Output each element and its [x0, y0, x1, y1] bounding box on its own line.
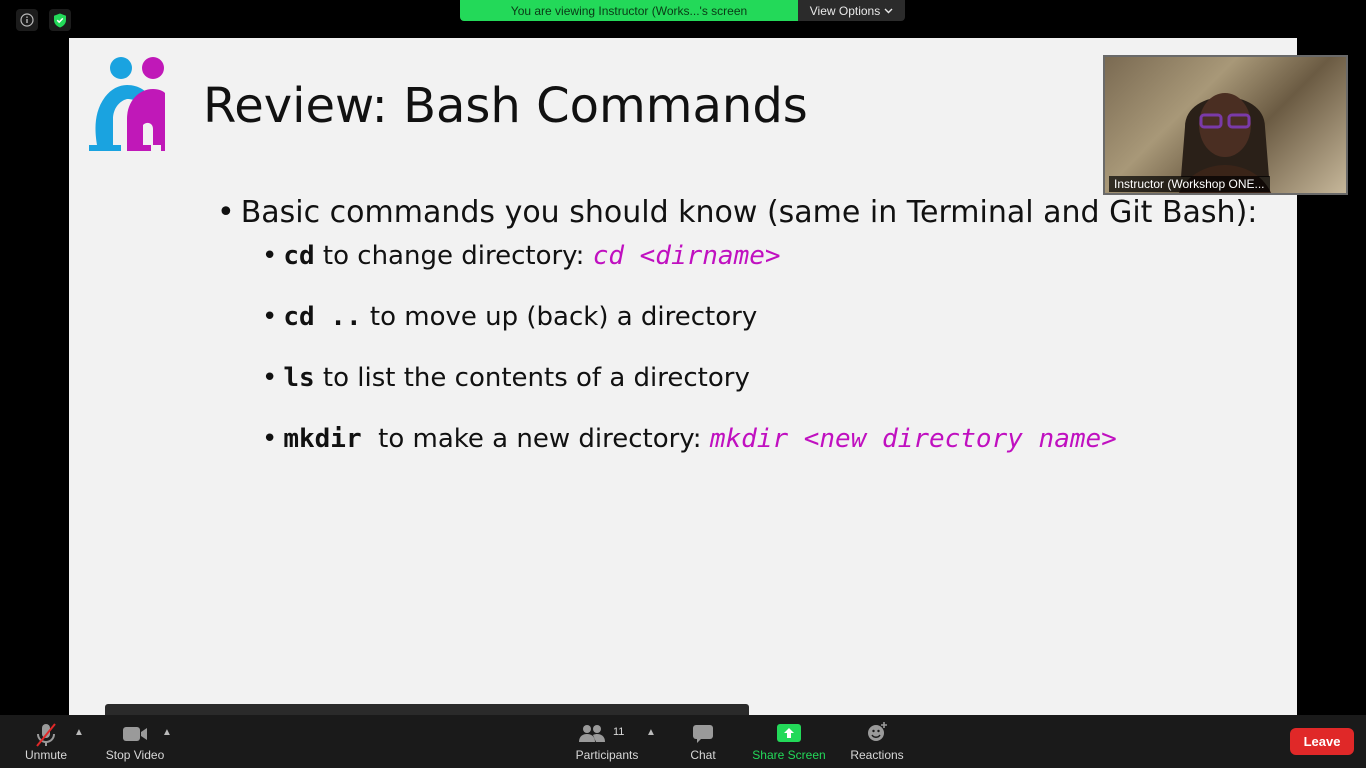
bullet-dot: • — [262, 424, 278, 454]
participant-video-tile[interactable]: Instructor (Workshop ONE... — [1103, 55, 1348, 195]
unmute-label: Unmute — [24, 748, 68, 762]
command-name: cd — [283, 241, 315, 271]
share-screen-button[interactable]: Share Screen — [748, 715, 830, 768]
command-example: mkdir <new directory name> — [709, 424, 1117, 454]
reactions-label: Reactions — [850, 748, 904, 762]
audio-options-caret[interactable]: ▲ — [74, 727, 84, 738]
video-options-caret[interactable]: ▲ — [162, 727, 172, 738]
zoom-meeting-window: You are viewing Instructor (Works...'s s… — [0, 0, 1366, 768]
mic-muted-icon — [36, 723, 56, 747]
bullet-dot: • — [262, 241, 278, 271]
stop-video-button[interactable]: Stop Video — [100, 715, 170, 768]
view-options-button[interactable]: View Options — [798, 0, 905, 21]
shield-check-icon[interactable] — [49, 9, 71, 31]
organization-logo — [89, 57, 165, 151]
command-description: to move up (back) a directory — [361, 302, 758, 332]
stop-video-label: Stop Video — [105, 748, 165, 762]
participants-icon — [579, 725, 605, 742]
command-description: to make a new directory: — [361, 424, 710, 454]
chat-label: Chat — [690, 748, 716, 762]
annotation-toolbar[interactable] — [105, 704, 749, 715]
chat-button[interactable]: Chat — [682, 715, 724, 768]
viewing-screen-banner: You are viewing Instructor (Works...'s s… — [460, 0, 798, 21]
chat-icon — [693, 725, 713, 743]
share-screen-icon — [777, 724, 801, 742]
info-icon[interactable] — [16, 9, 38, 31]
command-name: ls — [283, 363, 315, 393]
command-name: mkdir — [283, 424, 362, 454]
command-description: to list the contents of a directory — [314, 363, 750, 393]
view-options-label: View Options — [809, 3, 881, 18]
command-example: cd <dirname> — [592, 241, 781, 271]
leave-button[interactable]: Leave — [1290, 728, 1354, 755]
chevron-down-icon — [884, 8, 893, 13]
participants-options-caret[interactable]: ▲ — [646, 727, 656, 738]
bullet-cd: • cd to change directory: cd <dirname> — [262, 241, 781, 271]
camera-icon — [123, 727, 147, 741]
viewing-banner-text: You are viewing Instructor (Works...'s s… — [510, 3, 748, 18]
meeting-controls-toolbar: Unmute ▲ Stop Video ▲ 11 Participants ▲ … — [0, 715, 1366, 768]
participants-button[interactable]: 11 Participants — [568, 715, 646, 768]
unmute-button[interactable]: Unmute — [18, 715, 74, 768]
slide-title: Review: Bash Commands — [203, 78, 808, 134]
main-bullet: Basic commands you should know (same in … — [217, 195, 1258, 230]
bullet-dot: • — [262, 363, 278, 393]
bullet-dot: • — [262, 302, 278, 332]
participants-label: Participants — [575, 748, 639, 762]
bullet-ls: • ls to list the contents of a directory — [262, 363, 750, 393]
bullet-cd-up: • cd .. to move up (back) a directory — [262, 302, 757, 332]
participant-name-label: Instructor (Workshop ONE... — [1109, 176, 1270, 192]
reactions-button[interactable]: Reactions — [846, 715, 908, 768]
bullet-mkdir: • mkdir to make a new directory: mkdir <… — [262, 424, 1117, 454]
participants-count: 11 — [613, 726, 625, 738]
reactions-icon — [868, 722, 887, 741]
command-name: cd .. — [283, 302, 362, 332]
command-description: to change directory: — [314, 241, 593, 271]
share-screen-label: Share Screen — [752, 748, 826, 762]
